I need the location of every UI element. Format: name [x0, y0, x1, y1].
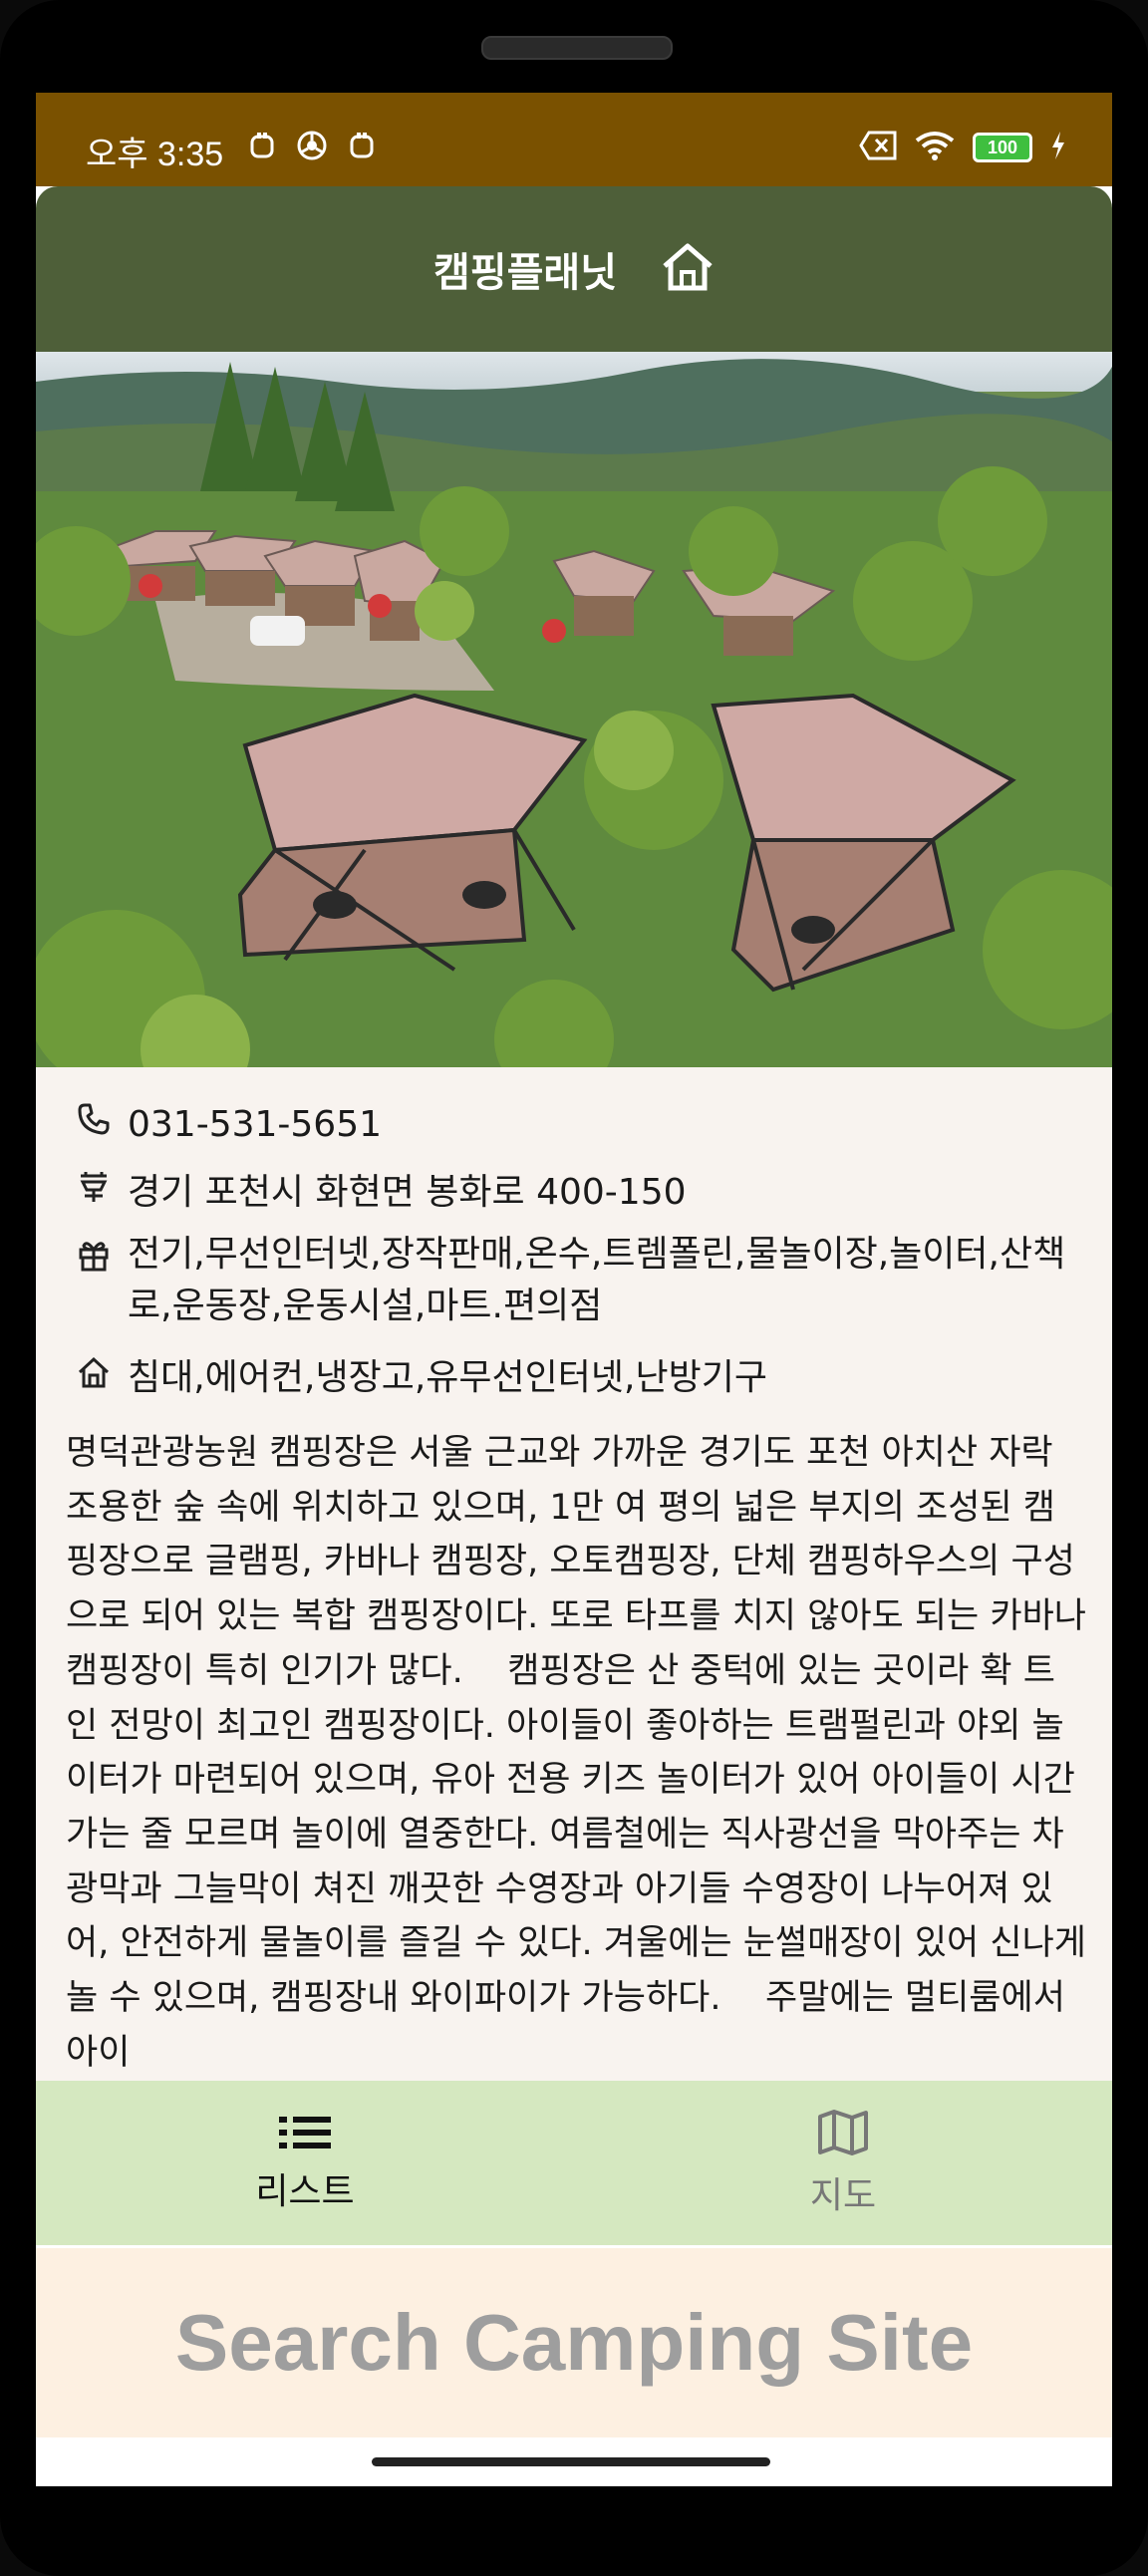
device-frame: 오후 3:35 100 캠핑플래닛 031-531-5651 경기 포천시 화현…	[0, 0, 1148, 2576]
status-time: 오후 3:35	[86, 136, 224, 173]
bottom-navigation: 리스트 지도	[36, 2081, 1112, 2245]
gift-icon	[74, 1235, 114, 1275]
map-icon	[817, 2109, 869, 2160]
screen: 오후 3:35 100 캠핑플래닛 031-531-5651 경기 포천시 화현…	[36, 93, 1112, 2486]
app-bar: 캠핑플래닛	[36, 186, 1112, 352]
search-camping-text: Search Camping Site	[174, 2298, 974, 2387]
charging-icon	[1050, 131, 1066, 164]
address-text: 경기 포천시 화현면 봉화로 400-150	[128, 1172, 687, 1213]
search-camping-banner[interactable]: Search Camping Site	[36, 2248, 1112, 2437]
list-icon	[279, 2113, 331, 2156]
earpiece-speaker	[481, 36, 673, 60]
status-system-icons: 100	[859, 131, 1066, 164]
campsite-photo	[36, 352, 1112, 1067]
wifi-icon	[915, 131, 955, 164]
facilities-text: 침대,에어컨,냉장고,유무선인터넷,난방기구	[128, 1357, 767, 1398]
amenities-row: 전기,무선인터넷,장작판매,온수,트렘폴린,물놀이장,놀이터,산책로,운동장,운…	[74, 1229, 1084, 1332]
location-icon	[74, 1167, 114, 1207]
address-row: 경기 포천시 화현면 봉화로 400-150	[74, 1167, 1084, 1219]
nav-list-label: 리스트	[255, 2170, 355, 2212]
status-bar: 오후 3:35 100	[36, 93, 1112, 186]
nav-tab-list[interactable]: 리스트	[36, 2081, 574, 2245]
phone-icon	[74, 1099, 114, 1139]
house-icon	[74, 1352, 114, 1392]
facilities-row: 침대,에어컨,냉장고,유무선인터넷,난방기구	[74, 1352, 1084, 1404]
nav-map-label: 지도	[809, 2174, 877, 2216]
amenities-text: 전기,무선인터넷,장작판매,온수,트렘폴린,물놀이장,놀이터,산책로,운동장,운…	[128, 1234, 1066, 1326]
gesture-home-bar[interactable]	[372, 2457, 770, 2466]
phone-row: 031-531-5651	[74, 1099, 1084, 1151]
phone-number[interactable]: 031-531-5651	[128, 1099, 1084, 1151]
home-icon[interactable]	[661, 242, 715, 296]
campsite-description: 명덕관광농원 캠핑장은 서울 근교와 가까운 경기도 포천 아치산 자락 조용한…	[66, 1433, 1098, 2073]
notification-app-icon	[347, 131, 377, 160]
status-notification-icons	[247, 131, 377, 160]
chrome-icon	[297, 131, 327, 160]
notification-app-icon	[247, 131, 277, 160]
nav-tab-map[interactable]: 지도	[574, 2081, 1112, 2245]
app-title: 캠핑플래닛	[433, 250, 617, 296]
campsite-details: 031-531-5651 경기 포천시 화현면 봉화로 400-150 전기,무…	[36, 1067, 1112, 2084]
battery-icon: 100	[973, 133, 1032, 162]
no-sim-icon	[859, 131, 897, 164]
